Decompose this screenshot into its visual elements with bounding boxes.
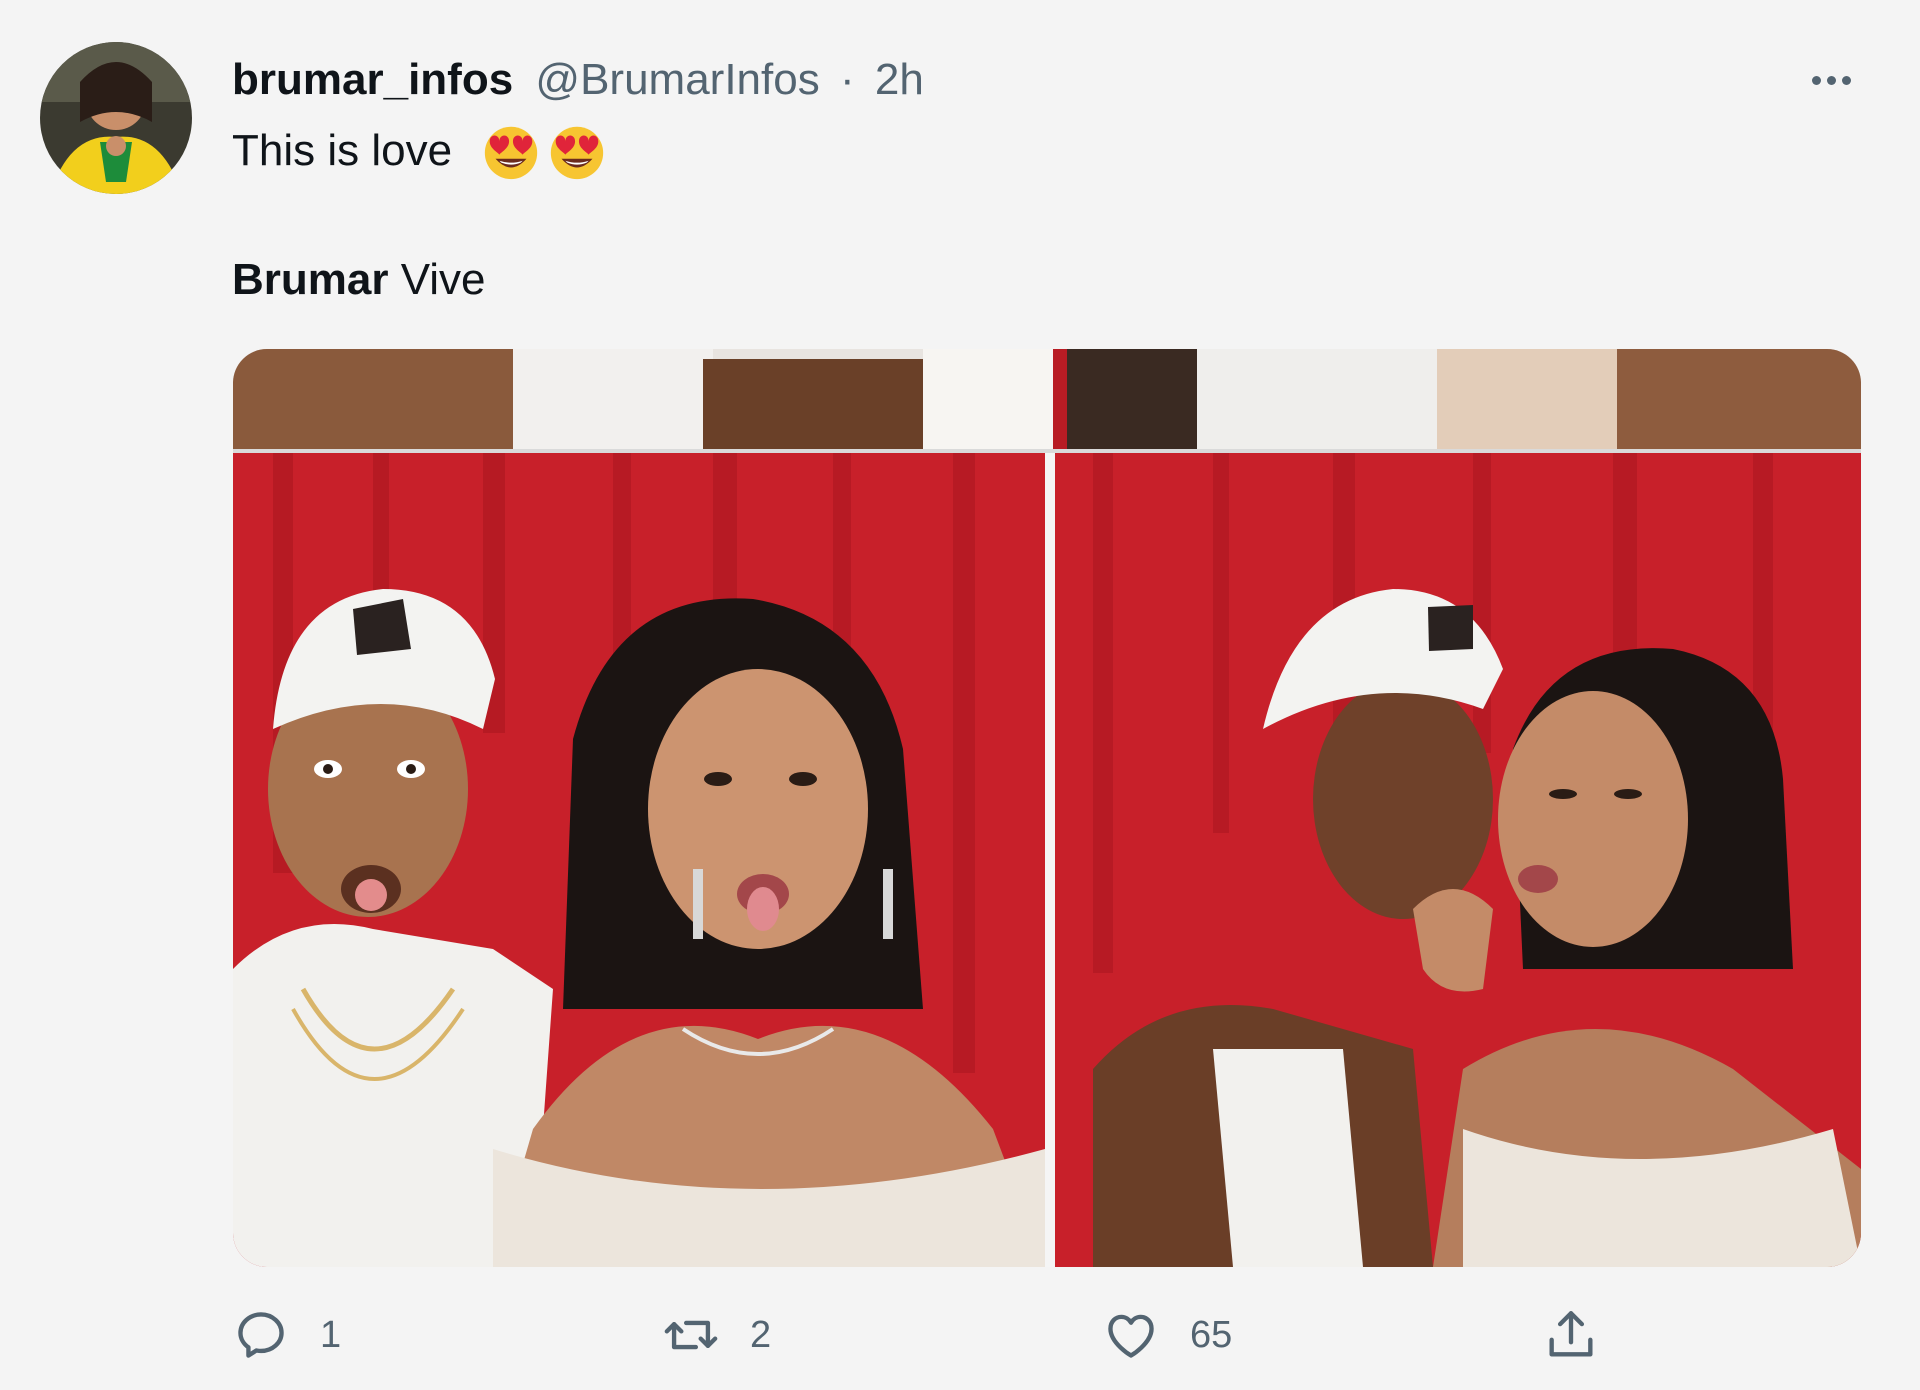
share-icon <box>1549 1311 1593 1357</box>
heart-eyes-emoji-icon <box>550 126 604 180</box>
like-count: 65 <box>1190 1313 1233 1356</box>
tweet-card[interactable]: brumar_infos @BrumarInfos · 2h This is l… <box>0 0 1920 1390</box>
heart-eyes-emoji-icon <box>484 126 538 180</box>
tweet-media-photo[interactable] <box>233 349 1861 1267</box>
more-dot <box>1826 75 1836 85</box>
reply-icon <box>238 1312 284 1358</box>
display-name[interactable]: brumar_infos <box>232 55 513 104</box>
tweet-actions: 1 2 65 <box>232 1306 1632 1376</box>
tweet-text-body: This is love <box>232 126 453 175</box>
heart-icon <box>1108 1314 1154 1358</box>
more-dots-icon[interactable] <box>1796 52 1866 108</box>
tweet-text: This is love <box>232 120 608 182</box>
more-dot <box>1811 75 1821 85</box>
retweet-count: 2 <box>750 1313 772 1356</box>
reply-button[interactable]: 1 <box>232 1306 341 1364</box>
timestamp[interactable]: 2h <box>875 55 924 104</box>
reply-count: 1 <box>320 1313 342 1356</box>
handle[interactable]: @BrumarInfos <box>535 55 819 104</box>
avatar-image <box>40 42 192 194</box>
photo-booth-image <box>233 349 1861 1267</box>
retweet-button[interactable]: 2 <box>662 1306 771 1364</box>
emoji-row <box>480 120 608 182</box>
separator-dot: · <box>839 55 855 104</box>
like-button[interactable]: 65 <box>1102 1306 1232 1364</box>
more-dot <box>1841 75 1851 85</box>
tweet-second-line-rest: Vive <box>388 255 486 304</box>
tweet-header: brumar_infos @BrumarInfos · 2h <box>232 52 924 108</box>
tweet-second-line-bold: Brumar <box>232 255 389 304</box>
retweet-icon <box>664 1320 718 1350</box>
avatar[interactable] <box>40 42 192 194</box>
tweet-second-line: Brumar Vive <box>232 252 486 308</box>
share-button[interactable] <box>1542 1306 1630 1364</box>
